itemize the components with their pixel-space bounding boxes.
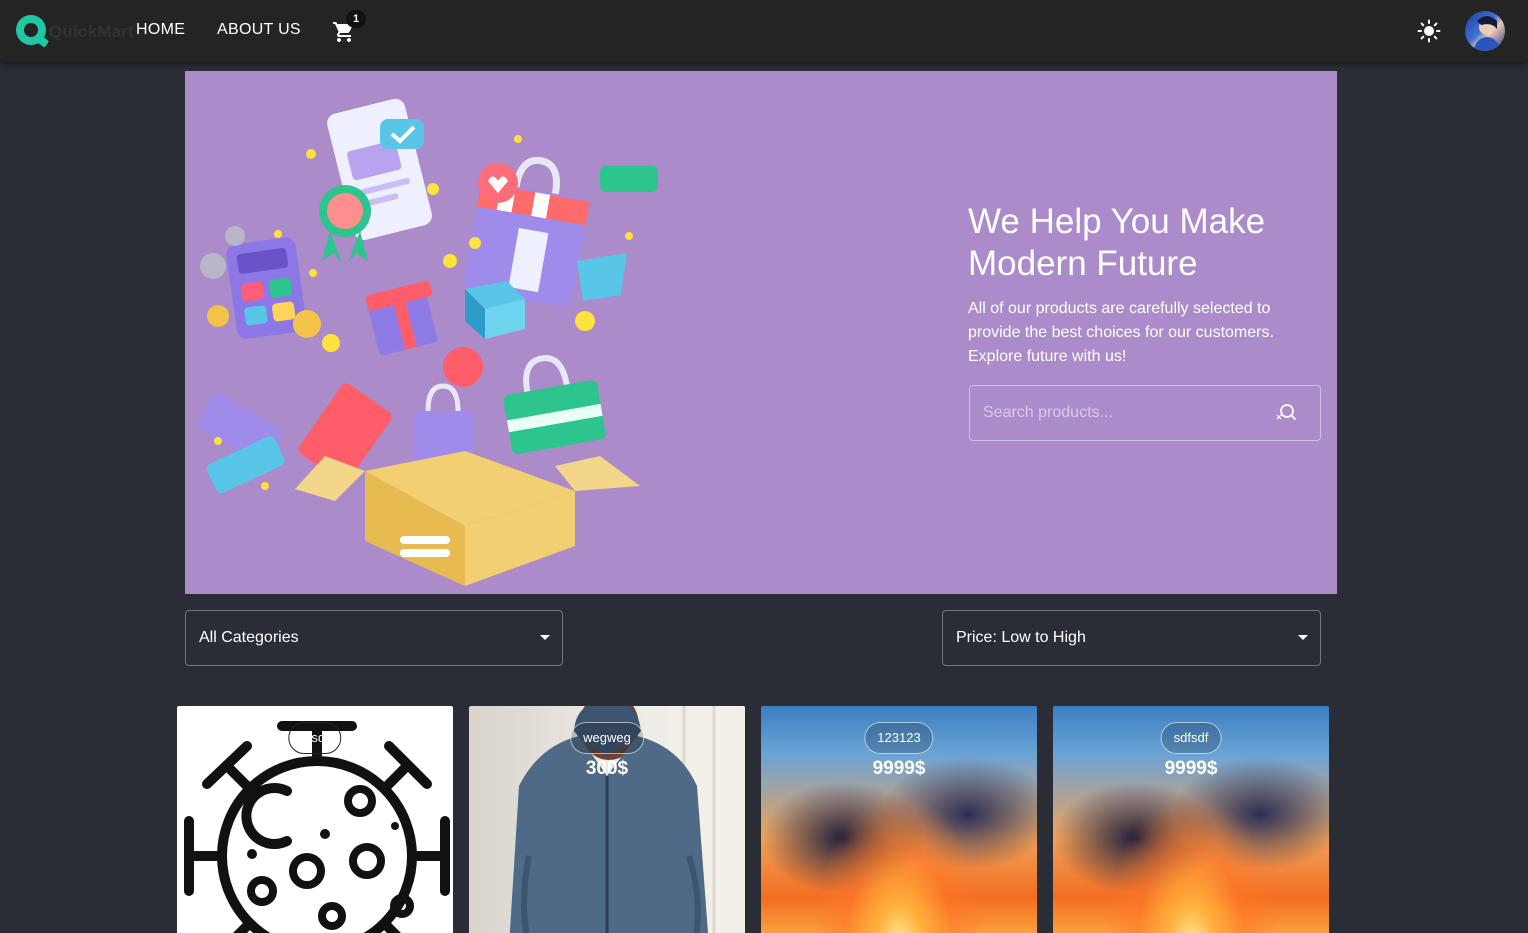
- dropdown-arrow-icon: [1298, 635, 1308, 640]
- search-box: [969, 385, 1321, 441]
- sort-select-value: Price: Low to High: [956, 629, 1086, 646]
- hero-banner: We Help You Make Modern Future All of ou…: [185, 71, 1337, 594]
- hero-subtitle: All of our products are carefully select…: [968, 300, 1274, 365]
- brand-name: QuickMart: [49, 22, 134, 41]
- hero-title: We Help You Make Modern Future: [968, 202, 1266, 283]
- nav-home-link[interactable]: HOME: [136, 21, 185, 39]
- product-name-chip: sdfsdf: [1160, 722, 1222, 754]
- product-price: 9999$: [872, 758, 926, 779]
- logo-tail: [34, 34, 50, 48]
- dropdown-arrow-icon: [540, 635, 550, 640]
- category-select[interactable]: All Categories: [185, 610, 563, 666]
- product-price: 300$: [585, 758, 629, 779]
- brand-logo[interactable]: QuickMart: [16, 15, 134, 48]
- product-card[interactable]: sdfsdf 9999$: [1053, 706, 1329, 933]
- category-select-value: All Categories: [199, 629, 299, 646]
- sort-select[interactable]: Price: Low to High: [942, 610, 1321, 666]
- product-name-chip: 123123: [864, 722, 934, 754]
- search-input[interactable]: [983, 386, 1273, 440]
- product-name-chip: sfsdf: [288, 722, 342, 754]
- avatar[interactable]: [1465, 11, 1505, 51]
- shopping-illustration: [197, 98, 658, 586]
- navbar: QuickMart HOME ABOUT US 1: [0, 0, 1528, 62]
- search-icon[interactable]: [1274, 401, 1298, 425]
- product-price: 9999$: [1164, 758, 1218, 779]
- cart-count-badge: 1: [346, 10, 366, 28]
- product-card[interactable]: sfsdf: [177, 706, 453, 933]
- sun-icon[interactable]: [1417, 19, 1441, 43]
- product-card[interactable]: wegweg 300$: [469, 706, 745, 933]
- product-card[interactable]: 123123 9999$: [761, 706, 1037, 933]
- product-name-chip: wegweg: [570, 722, 644, 754]
- nav-about-link[interactable]: ABOUT US: [217, 21, 301, 39]
